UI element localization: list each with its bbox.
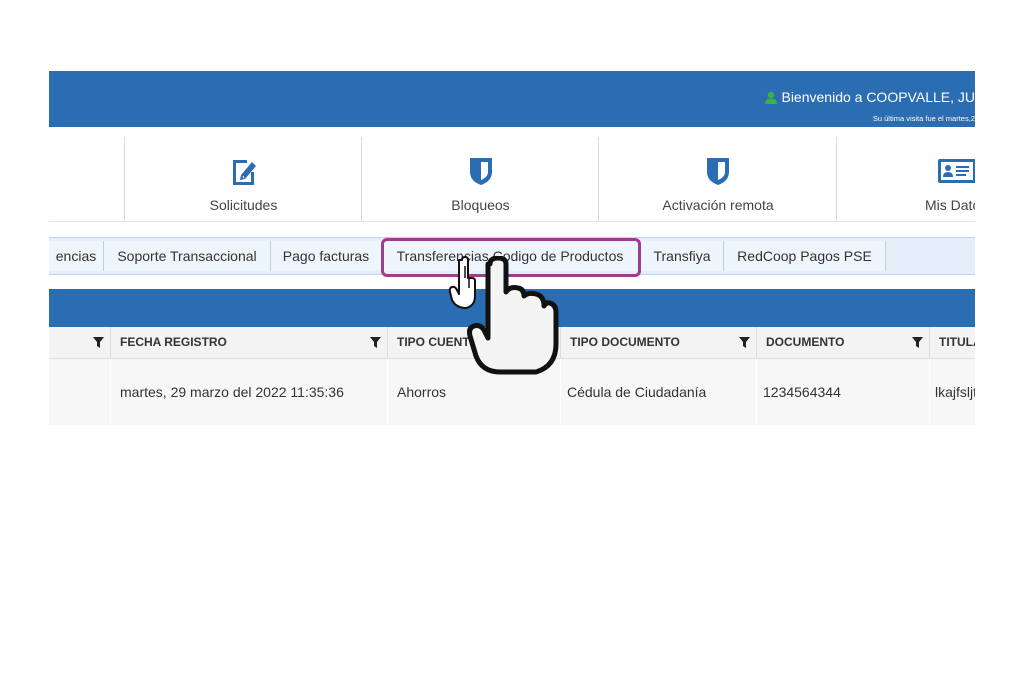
column-header-label: TIPO CUENT	[397, 335, 470, 349]
cell-text: 1234564344	[763, 384, 841, 400]
filter-icon[interactable]	[93, 337, 104, 348]
column-header-titular[interactable]: TITULA	[931, 327, 975, 358]
user-icon	[765, 91, 778, 107]
filter-icon[interactable]	[739, 337, 750, 348]
filter-icon[interactable]	[912, 337, 923, 348]
tab-soporte-transaccional[interactable]: Soporte Transaccional	[104, 241, 271, 271]
tab-label: Soporte Transaccional	[117, 248, 257, 264]
table-cell-documento: 1234564344	[758, 359, 930, 425]
column-header-label: TITULA	[939, 335, 975, 349]
cell-text: Cédula de Ciudadanía	[567, 384, 707, 400]
tab-pago-facturas[interactable]: Pago facturas	[271, 241, 382, 271]
table-cell-fecha: martes, 29 marzo del 2022 11:35:36	[112, 359, 388, 425]
cell-text: lkajfsljt	[935, 384, 975, 400]
id-card-icon	[938, 159, 975, 183]
top-header-bar: Bienvenido a COOPVALLE, JU Su última vis…	[49, 71, 975, 127]
menu-label: Bloqueos	[451, 197, 510, 213]
tab-redcoop-pagos-pse[interactable]: RedCoop Pagos PSE	[724, 241, 886, 271]
divider	[49, 221, 975, 222]
tab-transferencias[interactable]: encias	[49, 241, 104, 271]
shield-icon	[469, 158, 492, 185]
menu-mis-datos[interactable]: Mis Datc	[836, 137, 975, 221]
welcome-message: Bienvenido a COOPVALLE, JU	[765, 89, 975, 107]
column-header-label: TIPO DOCUMENTO	[570, 335, 680, 349]
table-cell-titular: lkajfsljt	[931, 359, 975, 425]
table-cell-tipo-documento: Cédula de Ciudadanía	[562, 359, 757, 425]
edit-document-icon	[232, 160, 256, 185]
column-header-fecha-registro[interactable]: FECHA REGISTRO	[112, 327, 388, 358]
hand-pointer-icon	[467, 256, 559, 375]
column-header-label: FECHA REGISTRO	[120, 335, 227, 349]
cell-text: Ahorros	[397, 384, 447, 400]
filter-icon[interactable]	[370, 337, 381, 348]
menu-bloqueos[interactable]: Bloqueos	[361, 137, 599, 221]
column-header-documento[interactable]: DOCUMENTO	[758, 327, 930, 358]
welcome-text: Bienvenido a COOPVALLE, JU	[781, 89, 975, 105]
tab-label: encias	[55, 248, 97, 264]
cell-text: martes, 29 marzo del 2022 11:35:36	[120, 384, 344, 400]
menu-label: Solicitudes	[209, 197, 278, 213]
menu-label: Mis Datc	[925, 197, 975, 213]
table-cell	[49, 359, 111, 425]
column-header-label: DOCUMENTO	[766, 335, 845, 349]
shield-icon	[707, 158, 729, 185]
column-header-hidden	[49, 327, 111, 358]
menu-label: Activación remota	[662, 197, 774, 213]
menu-solicitudes[interactable]: Solicitudes	[124, 137, 362, 221]
last-visit-text: Su última visita fue el martes,2	[872, 114, 975, 123]
menu-activacion-remota[interactable]: Activación remota	[598, 137, 837, 221]
tab-label: Pago facturas	[282, 248, 370, 264]
tab-label: RedCoop Pagos PSE	[737, 248, 872, 264]
tab-transfiya[interactable]: Transfiya	[641, 241, 724, 271]
icon-menu-row: Solicitudes Bloqueos Activación remota M…	[49, 137, 975, 221]
column-header-tipo-documento[interactable]: TIPO DOCUMENTO	[562, 327, 757, 358]
tab-label: Transfiya	[653, 248, 711, 264]
